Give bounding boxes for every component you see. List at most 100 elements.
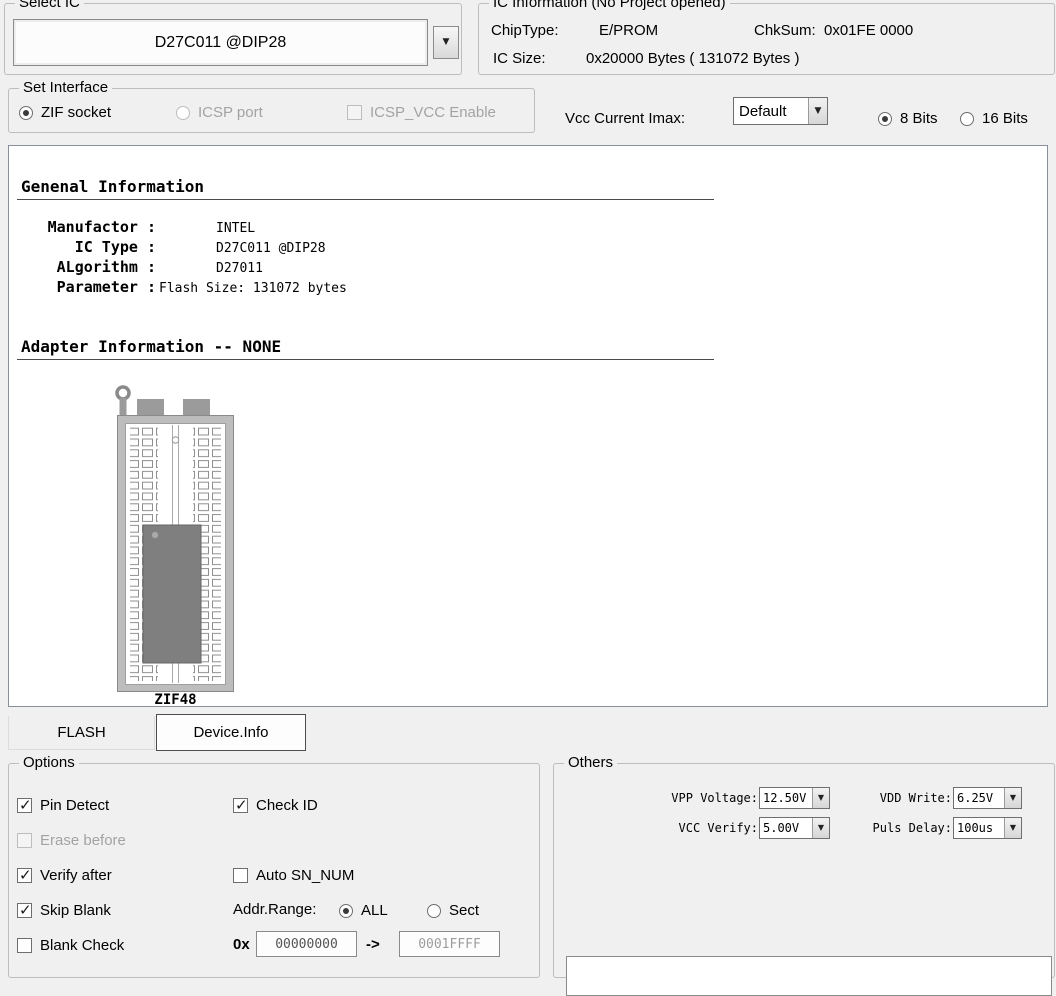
select-ic-dropdown-button[interactable]: ▼ [433, 26, 459, 59]
chevron-down-icon: ▼ [443, 38, 450, 47]
info-row: Parameter :Flash Size: 131072 bytes [21, 278, 347, 296]
options-group-label: Options [19, 754, 79, 771]
chevron-down-icon: ▼ [1010, 824, 1016, 832]
vdd-write-value: 6.25V [954, 788, 1004, 808]
hex-prefix-label: 0x [233, 936, 250, 953]
checkbox-box [17, 938, 32, 953]
radio-16-bits[interactable]: 16 Bits [960, 110, 1028, 127]
info-row-label: IC Type : [21, 238, 156, 256]
chip-type-value: E/PROM [599, 22, 658, 39]
tab-device-info-label: Device.Info [193, 724, 268, 741]
checkbox-auto-sn-num-label: Auto SN_NUM [256, 867, 354, 884]
checkbox-box [347, 105, 362, 120]
vpp-voltage-value: 12.50V [760, 788, 812, 808]
tab-device-info[interactable]: Device.Info [156, 714, 306, 751]
vdd-write-dropdown[interactable]: 6.25V ▼ [953, 787, 1022, 809]
socket-label: ZIF48 [113, 692, 238, 708]
checkbox-erase-before: Erase before [17, 832, 126, 849]
log-panel [566, 956, 1052, 996]
options-group: Options Pin Detect Check ID Erase before… [8, 763, 540, 978]
checkbox-verify-after-label: Verify after [40, 867, 112, 884]
chip-type-label: ChipType: [491, 22, 559, 39]
checkbox-skip-blank[interactable]: Skip Blank [17, 902, 111, 919]
chevron-down-icon: ▼ [1010, 794, 1016, 802]
addr-arrow-label: -> [366, 936, 380, 953]
radio-16-bits-label: 16 Bits [982, 110, 1028, 127]
dropdown-button[interactable]: ▼ [1004, 788, 1021, 808]
adapter-information-header: Adapter Information -- NONE [21, 337, 281, 356]
others-group: Others VPP Voltage: 12.50V ▼ VDD Write: … [553, 763, 1055, 978]
info-row-label: Manufactor : [21, 218, 156, 236]
checkbox-icsp-vcc-enable: ICSP_VCC Enable [347, 104, 496, 121]
vcc-current-label: Vcc Current Imax: [565, 110, 685, 127]
checkbox-box [233, 868, 248, 883]
radio-dot [960, 112, 974, 126]
info-row: Manufactor :INTEL [21, 218, 255, 236]
checkbox-box [233, 798, 248, 813]
divider [17, 199, 714, 200]
info-row-value: Flash Size: 131072 bytes [156, 281, 347, 296]
radio-icsp-port-label: ICSP port [198, 104, 263, 121]
general-information-header: Genenal Information [21, 177, 204, 196]
checkbox-erase-before-label: Erase before [40, 832, 126, 849]
select-ic-combobox[interactable]: D27C011 @DIP28 [13, 19, 428, 66]
checkbox-auto-sn-num[interactable]: Auto SN_NUM [233, 867, 354, 884]
checkbox-box [17, 868, 32, 883]
set-interface-group: Set Interface ZIF socket ICSP port ICSP_… [8, 88, 535, 133]
checkbox-icsp-vcc-label: ICSP_VCC Enable [370, 104, 496, 121]
checkbox-box [17, 903, 32, 918]
puls-delay-value: 100us [954, 818, 1004, 838]
others-group-label: Others [564, 754, 617, 771]
info-row-label: ALgorithm : [21, 258, 156, 276]
vcc-verify-value: 5.00V [760, 818, 812, 838]
checkbox-blank-check[interactable]: Blank Check [17, 937, 124, 954]
select-ic-group: Select IC D27C011 @DIP28 ▼ [4, 3, 462, 75]
radio-addr-sect[interactable]: Sect [427, 902, 479, 919]
checkbox-check-id-label: Check ID [256, 797, 318, 814]
select-ic-group-label: Select IC [15, 0, 84, 11]
ic-information-group: IC Information (No Project opened) ChipT… [478, 3, 1055, 75]
ic-information-group-label: IC Information (No Project opened) [489, 0, 730, 11]
chksum-value: 0x01FE 0000 [824, 22, 913, 39]
radio-icsp-port: ICSP port [176, 104, 263, 121]
info-row-value: D27C011 @DIP28 [156, 241, 326, 256]
info-row: IC Type :D27C011 @DIP28 [21, 238, 326, 256]
checkbox-pin-detect[interactable]: Pin Detect [17, 797, 109, 814]
radio-dot [176, 106, 190, 120]
tab-flash-label: FLASH [57, 724, 105, 741]
checkbox-verify-after[interactable]: Verify after [17, 867, 112, 884]
vcc-current-value: Default [734, 98, 808, 124]
vcc-verify-label: VCC Verify: [594, 821, 758, 835]
ic-size-label: IC Size: [493, 50, 546, 67]
puls-delay-dropdown[interactable]: 100us ▼ [953, 817, 1022, 839]
addr-range-label: Addr.Range: [233, 901, 316, 918]
checkbox-box [17, 798, 32, 813]
ic-size-value: 0x20000 Bytes ( 131072 Bytes ) [586, 50, 799, 67]
checkbox-skip-blank-label: Skip Blank [40, 902, 111, 919]
radio-zif-socket[interactable]: ZIF socket [19, 104, 111, 121]
info-row-value: INTEL [156, 221, 255, 236]
dropdown-button[interactable]: ▼ [808, 98, 827, 124]
chevron-down-icon: ▼ [815, 107, 822, 116]
device-info-panel: Genenal Information Manufactor :INTEL IC… [8, 145, 1048, 707]
chksum-label: ChkSum: [754, 22, 816, 39]
radio-addr-all-label: ALL [361, 902, 388, 919]
radio-8-bits[interactable]: 8 Bits [878, 110, 938, 127]
radio-addr-all[interactable]: ALL [339, 902, 388, 919]
radio-8-bits-label: 8 Bits [900, 110, 938, 127]
tab-flash[interactable]: FLASH [8, 716, 155, 750]
addr-end-input[interactable] [399, 931, 500, 957]
dropdown-button[interactable]: ▼ [1004, 818, 1021, 838]
addr-start-input[interactable] [256, 931, 357, 957]
info-row: ALgorithm :D27011 [21, 258, 263, 276]
checkbox-box [17, 833, 32, 848]
vpp-voltage-label: VPP Voltage: [594, 791, 758, 805]
radio-dot [878, 112, 892, 126]
puls-delay-label: Puls Delay: [814, 821, 952, 835]
divider [17, 359, 714, 360]
checkbox-pin-detect-label: Pin Detect [40, 797, 109, 814]
radio-dot [339, 904, 353, 918]
zif-socket-graphic [113, 383, 238, 695]
vcc-current-dropdown[interactable]: Default ▼ [733, 97, 828, 125]
checkbox-check-id[interactable]: Check ID [233, 797, 318, 814]
